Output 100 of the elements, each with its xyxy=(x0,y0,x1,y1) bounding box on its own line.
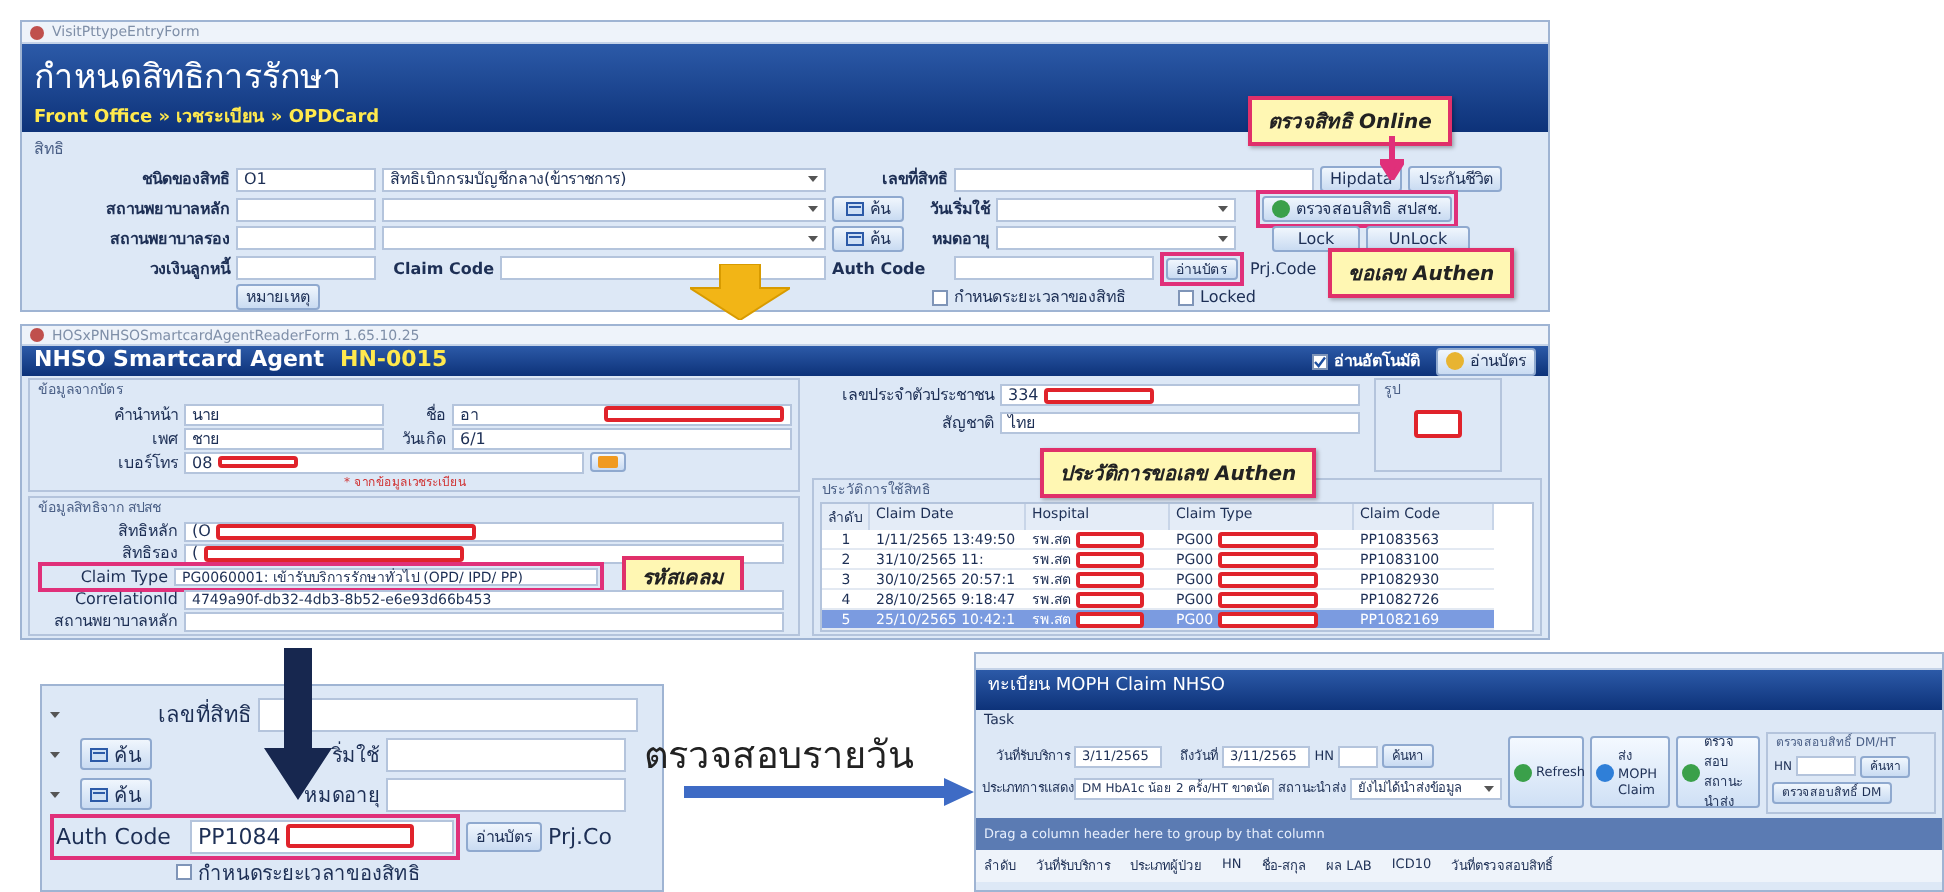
note-button[interactable]: หมายเหตุ xyxy=(236,284,320,310)
input-field[interactable]: 08 xyxy=(184,451,584,473)
field-label: Prj.Code xyxy=(1250,259,1319,277)
input-field[interactable]: O1 xyxy=(236,167,376,192)
phone-lookup-icon xyxy=(598,456,618,468)
right-arrow-icon xyxy=(684,778,974,806)
field-label: Prj.Co xyxy=(548,823,614,849)
field-label: ชนิดของสิทธิ xyxy=(140,168,230,193)
input-field[interactable] xyxy=(258,697,638,731)
input-field[interactable]: ( xyxy=(184,543,784,563)
caret-icon[interactable] xyxy=(808,235,818,242)
input-field[interactable] xyxy=(184,611,784,631)
input-field[interactable]: 334 xyxy=(1000,384,1360,406)
field-label: CorrelationId xyxy=(72,590,178,608)
caret-icon[interactable] xyxy=(50,791,60,797)
field-label: วันเริ่มใช้ xyxy=(928,196,990,223)
checkbox[interactable] xyxy=(1312,353,1328,369)
caret-icon[interactable] xyxy=(50,751,60,757)
caret-icon[interactable] xyxy=(808,206,818,213)
insurance-button[interactable]: ประกันชีวิต xyxy=(1408,166,1503,193)
input-field[interactable]: (O xyxy=(184,521,784,541)
input-field[interactable]: นาย xyxy=(184,403,384,425)
redaction-box xyxy=(1076,571,1145,587)
field-label: เลขประจำตัวประชาชน xyxy=(840,384,994,408)
caret-icon[interactable] xyxy=(1218,206,1228,213)
dropdown-field[interactable] xyxy=(996,226,1236,251)
input-field[interactable] xyxy=(236,226,376,251)
search-button[interactable]: ค้น xyxy=(832,225,904,252)
read-card-button[interactable]: อ่านบัตร xyxy=(1436,347,1536,375)
redaction-box xyxy=(1076,591,1145,607)
checkbox[interactable] xyxy=(1178,289,1194,305)
read-card-button[interactable]: อ่านบัตร xyxy=(466,821,542,851)
field-label: คำนำหน้า xyxy=(112,403,178,427)
field-label: สถานพยาบาลหลัก xyxy=(104,198,230,223)
redaction-box xyxy=(286,824,415,848)
dropdown-field[interactable] xyxy=(382,197,826,222)
redaction-box xyxy=(1217,551,1318,567)
card-icon xyxy=(846,202,864,217)
field-label: เลขที่สิทธิ xyxy=(880,166,948,193)
field-label: เลขที่สิทธิ xyxy=(156,697,252,732)
input-field[interactable] xyxy=(236,197,376,222)
dropdown-field[interactable] xyxy=(996,197,1236,222)
search-button[interactable]: ค้น xyxy=(80,738,152,770)
card-icon xyxy=(90,787,108,801)
field-label: วันเกิด xyxy=(400,427,446,451)
input-field[interactable] xyxy=(1338,745,1378,767)
field-label: สถานพยาบาลหลัก xyxy=(52,610,178,634)
lock-button[interactable]: Lock xyxy=(1272,225,1360,252)
app-icon xyxy=(30,25,44,40)
input-field[interactable] xyxy=(954,167,1314,192)
caret-icon[interactable] xyxy=(1218,235,1228,242)
field-label: Claim Code xyxy=(391,259,494,277)
input-field[interactable] xyxy=(386,777,626,811)
field-label: Claim Type xyxy=(78,567,168,585)
callout-note: ตรวจสิทธิ Online xyxy=(1248,96,1452,146)
dropdown-field[interactable] xyxy=(382,226,826,251)
redaction-box xyxy=(1217,531,1318,547)
input-field[interactable]: ชาย xyxy=(184,427,384,449)
checkbox[interactable] xyxy=(176,864,192,880)
field-label: Auth Code xyxy=(56,823,173,849)
input-field[interactable]: ไทย xyxy=(1000,412,1360,434)
coin-icon xyxy=(1446,352,1464,370)
field-label: หมดอายุ xyxy=(302,783,380,809)
input-field[interactable]: อา xyxy=(452,403,792,425)
phone-button[interactable] xyxy=(590,452,626,472)
input-field[interactable] xyxy=(500,256,826,280)
caret-icon[interactable] xyxy=(1484,785,1494,791)
callout-note: ประวัติการขอเลข Authen xyxy=(1040,448,1317,498)
input-field[interactable] xyxy=(386,737,626,771)
checkbox-label: อ่านอัตโนมัติ xyxy=(1334,349,1420,374)
checkbox-label: กำหนดระยะเวลาของสิทธิ xyxy=(198,861,420,887)
caret-icon[interactable] xyxy=(50,711,60,717)
field-label: สัญชาติ xyxy=(940,412,994,436)
hn-label: HN-0015 xyxy=(340,346,448,372)
field-label: ชื่อ xyxy=(424,402,446,427)
redaction-box xyxy=(1076,531,1145,547)
input-field[interactable] xyxy=(954,256,1154,280)
dropdown-field[interactable]: สิทธิเบิกกรมบัญชีกลาง(ข้าราชการ) xyxy=(382,167,826,192)
field-label: Auth Code xyxy=(832,259,928,277)
input-field[interactable] xyxy=(1796,756,1856,776)
caret-icon[interactable] xyxy=(808,176,818,183)
checkbox[interactable] xyxy=(932,289,948,305)
input-field[interactable] xyxy=(236,256,376,280)
app-icon xyxy=(30,328,44,342)
form-title: กำหนดสิทธิการรักษา xyxy=(34,55,342,102)
search-button[interactable]: ค้น xyxy=(80,778,152,810)
redaction-box xyxy=(1076,551,1145,567)
redaction-box xyxy=(1076,611,1145,627)
redaction-box xyxy=(1414,410,1462,438)
field-label: สถานพยาบาลรอง xyxy=(108,227,230,252)
redaction-box xyxy=(218,456,299,468)
search-button[interactable]: ค้น xyxy=(832,196,904,223)
down-arrow-icon xyxy=(690,264,790,320)
field-label: วงเงินลูกหนี้ xyxy=(148,255,230,281)
callout-note: ขอเลข Authen xyxy=(1328,248,1515,298)
input-field[interactable]: 6/1 xyxy=(452,427,792,449)
check-rights-button[interactable]: ตรวจสอบสิทธิ สปสช. xyxy=(1262,196,1453,223)
input-field[interactable]: PP1084 xyxy=(190,819,454,853)
field-label: สิทธิรอง xyxy=(120,542,178,566)
card-icon xyxy=(90,747,108,761)
